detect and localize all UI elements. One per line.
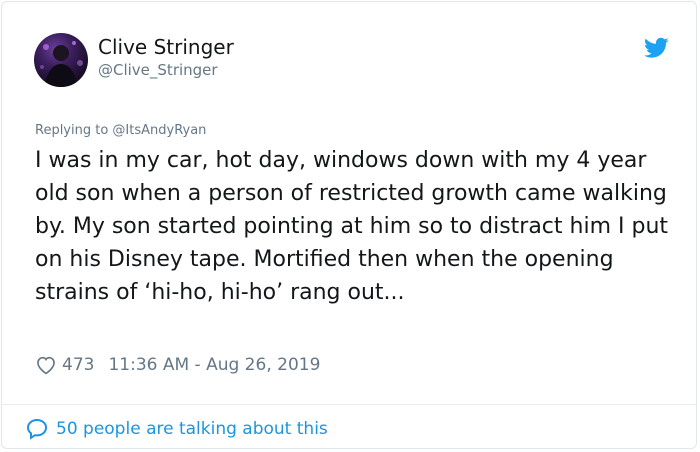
tweet-card: Clive Stringer @Clive_Stringer Replying … <box>1 1 697 449</box>
replying-to[interactable]: Replying to @ItsAndyRyan <box>35 123 206 138</box>
like-count[interactable]: 473 <box>62 355 94 375</box>
conversation-link[interactable]: 50 people are talking about this <box>25 416 328 442</box>
twitter-bird-icon[interactable] <box>644 37 669 59</box>
tweet-meta: 473 11:36 AM - Aug 26, 2019 <box>35 353 320 377</box>
tweet-text: I was in my car, hot day, windows down w… <box>35 148 669 305</box>
timestamp[interactable]: 11:36 AM - Aug 26, 2019 <box>108 355 320 375</box>
speech-bubble-icon <box>26 418 48 440</box>
divider <box>2 404 696 405</box>
user-handle[interactable]: @Clive_Stringer <box>98 61 218 79</box>
display-name[interactable]: Clive Stringer <box>98 35 234 59</box>
heart-icon[interactable] <box>35 354 57 376</box>
conversation-label[interactable]: 50 people are talking about this <box>56 419 328 439</box>
avatar[interactable] <box>34 33 88 87</box>
